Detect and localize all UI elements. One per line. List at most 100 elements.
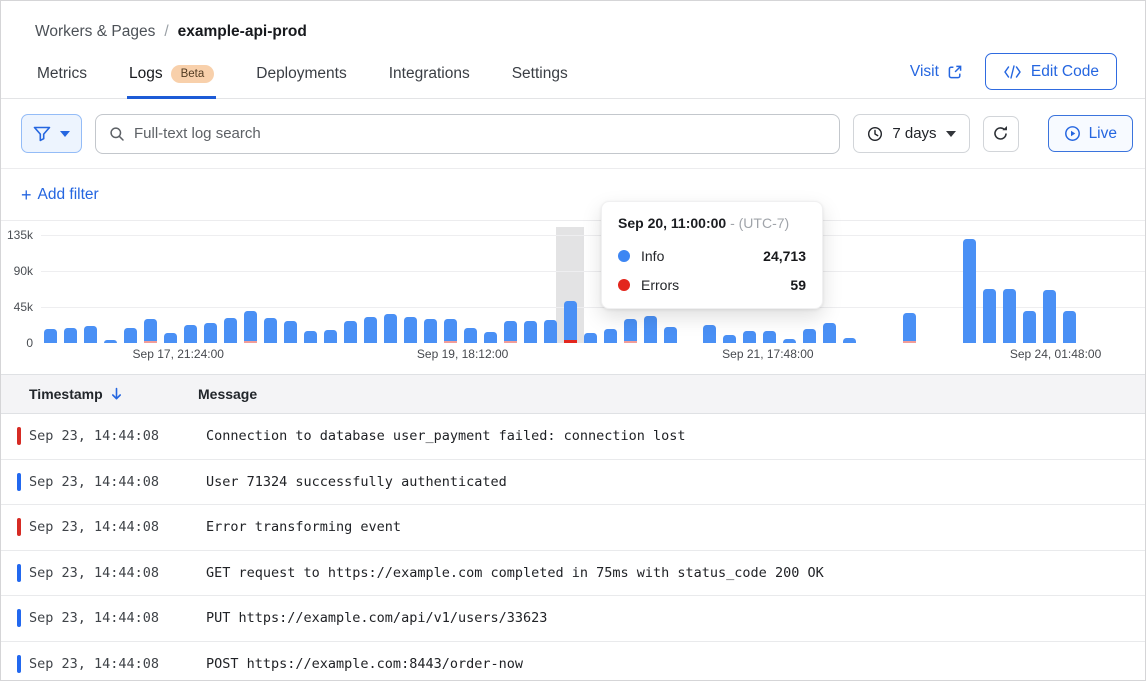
live-button[interactable]: Live bbox=[1048, 115, 1133, 152]
add-filter-button[interactable]: + Add filter bbox=[21, 186, 99, 204]
chart-slot[interactable] bbox=[1019, 235, 1039, 343]
tab-logs[interactable]: LogsBeta bbox=[127, 55, 216, 99]
chart-slot[interactable] bbox=[1099, 235, 1119, 343]
chart-slot[interactable] bbox=[321, 235, 341, 343]
tooltip-header: Sep 20, 11:00:00 - (UTC-7) bbox=[618, 215, 806, 231]
chart-slot[interactable] bbox=[121, 235, 141, 343]
add-filter-row: + Add filter bbox=[1, 169, 1145, 221]
log-message: GET request to https://example.com compl… bbox=[206, 565, 824, 581]
chart-bar-errors bbox=[624, 341, 637, 343]
refresh-button[interactable] bbox=[983, 116, 1019, 152]
chart-slot[interactable] bbox=[440, 235, 460, 343]
chart-bar-info bbox=[584, 333, 597, 343]
chart-slot[interactable] bbox=[241, 235, 261, 343]
log-row[interactable]: Sep 23, 14:44:08POST https://example.com… bbox=[1, 642, 1145, 681]
visit-link[interactable]: Visit bbox=[910, 63, 963, 81]
chart-slot[interactable] bbox=[41, 235, 61, 343]
chart-slot[interactable] bbox=[61, 235, 81, 343]
chart-slot[interactable] bbox=[1059, 235, 1079, 343]
chart-slot[interactable] bbox=[301, 235, 321, 343]
log-message: POST https://example.com:8443/order-now bbox=[206, 656, 523, 672]
log-level-indicator bbox=[17, 564, 21, 582]
chart-bar-errors bbox=[903, 341, 916, 343]
chart-bars bbox=[41, 235, 1139, 343]
chart-slot[interactable] bbox=[500, 235, 520, 343]
breadcrumb-section[interactable]: Workers & Pages bbox=[35, 23, 155, 41]
chart-slot[interactable] bbox=[380, 235, 400, 343]
chart-slot[interactable] bbox=[840, 235, 860, 343]
chart-slot[interactable] bbox=[1079, 235, 1099, 343]
message-column-header[interactable]: Message bbox=[198, 386, 1145, 402]
timestamp-column-header[interactable]: Timestamp bbox=[1, 386, 198, 402]
chart-x-axis: Sep 17, 21:24:00Sep 19, 18:12:00Sep 21, … bbox=[41, 347, 1139, 367]
chart-bar-info bbox=[723, 335, 736, 343]
tab-settings[interactable]: Settings bbox=[510, 55, 570, 99]
chart-slot[interactable] bbox=[900, 235, 920, 343]
chart-bar-info bbox=[324, 330, 337, 343]
chart-slot[interactable] bbox=[261, 235, 281, 343]
chart-slot[interactable] bbox=[580, 235, 600, 343]
filter-button[interactable] bbox=[21, 114, 82, 153]
chart-bar-info bbox=[544, 320, 557, 343]
chart-slot[interactable] bbox=[1119, 235, 1139, 343]
chart-slot[interactable] bbox=[281, 235, 301, 343]
log-row[interactable]: Sep 23, 14:44:08GET request to https://e… bbox=[1, 551, 1145, 597]
chart-slot[interactable] bbox=[161, 235, 181, 343]
tab-label: Settings bbox=[512, 65, 568, 83]
chart-slot[interactable] bbox=[400, 235, 420, 343]
chart-bar-info bbox=[444, 319, 457, 341]
y-axis-label: 0 bbox=[1, 336, 33, 350]
tab-integrations[interactable]: Integrations bbox=[387, 55, 472, 99]
chart-slot[interactable] bbox=[920, 235, 940, 343]
tooltip-timestamp: Sep 20, 11:00:00 bbox=[618, 215, 726, 231]
chart-slot[interactable] bbox=[880, 235, 900, 343]
tooltip-series-label: Errors bbox=[641, 277, 679, 293]
chart-slot[interactable] bbox=[1000, 235, 1020, 343]
chart-bar-errors bbox=[564, 340, 577, 343]
chart-slot[interactable] bbox=[520, 235, 540, 343]
chart-bar-info bbox=[464, 328, 477, 343]
edit-code-button[interactable]: Edit Code bbox=[985, 53, 1117, 90]
table-body: Sep 23, 14:44:08Connection to database u… bbox=[1, 414, 1145, 681]
chart-slot[interactable] bbox=[221, 235, 241, 343]
log-timestamp: Sep 23, 14:44:08 bbox=[29, 656, 206, 672]
chart-slot[interactable] bbox=[420, 235, 440, 343]
time-range-label: 7 days bbox=[892, 125, 936, 142]
chart-slot[interactable] bbox=[141, 235, 161, 343]
chart-bar-info bbox=[304, 331, 317, 343]
chart-slot[interactable] bbox=[980, 235, 1000, 343]
live-label: Live bbox=[1089, 125, 1117, 143]
tab-deployments[interactable]: Deployments bbox=[254, 55, 348, 99]
chart-slot[interactable] bbox=[1039, 235, 1059, 343]
log-row[interactable]: Sep 23, 14:44:08User 71324 successfully … bbox=[1, 460, 1145, 506]
chart-slot[interactable] bbox=[181, 235, 201, 343]
chart-slot[interactable] bbox=[940, 235, 960, 343]
log-volume-chart[interactable]: 135k90k45k0 Sep 17, 21:24:00Sep 19, 18:1… bbox=[1, 221, 1145, 374]
log-toolbar: 7 days Live bbox=[1, 99, 1145, 169]
log-row[interactable]: Sep 23, 14:44:08Error transforming event bbox=[1, 505, 1145, 551]
chart-slot[interactable] bbox=[101, 235, 121, 343]
chart-slot[interactable] bbox=[960, 235, 980, 343]
chart-slot[interactable] bbox=[341, 235, 361, 343]
chart-tooltip: Sep 20, 11:00:00 - (UTC-7) Info24,713Err… bbox=[601, 201, 823, 309]
tab-metrics[interactable]: Metrics bbox=[35, 55, 89, 99]
log-row[interactable]: Sep 23, 14:44:08Connection to database u… bbox=[1, 414, 1145, 460]
chart-bar-info bbox=[84, 326, 97, 343]
chart-slot[interactable] bbox=[460, 235, 480, 343]
tab-bar: Metrics LogsBeta Deployments Integrations Se… bbox=[1, 53, 1145, 99]
chart-bar-info bbox=[224, 318, 237, 343]
chart-slot[interactable] bbox=[81, 235, 101, 343]
time-range-button[interactable]: 7 days bbox=[853, 114, 969, 153]
search-input[interactable] bbox=[134, 125, 826, 142]
chart-slot[interactable] bbox=[480, 235, 500, 343]
log-message: Error transforming event bbox=[206, 519, 401, 535]
chart-bar-info bbox=[504, 321, 517, 341]
chart-slot[interactable] bbox=[201, 235, 221, 343]
chart-bar-info bbox=[703, 325, 716, 343]
chart-slot[interactable] bbox=[560, 235, 580, 343]
chart-bar-info bbox=[644, 316, 657, 343]
chart-slot[interactable] bbox=[860, 235, 880, 343]
chart-slot[interactable] bbox=[361, 235, 381, 343]
log-row[interactable]: Sep 23, 14:44:08PUT https://example.com/… bbox=[1, 596, 1145, 642]
errors-legend-dot bbox=[618, 279, 630, 291]
